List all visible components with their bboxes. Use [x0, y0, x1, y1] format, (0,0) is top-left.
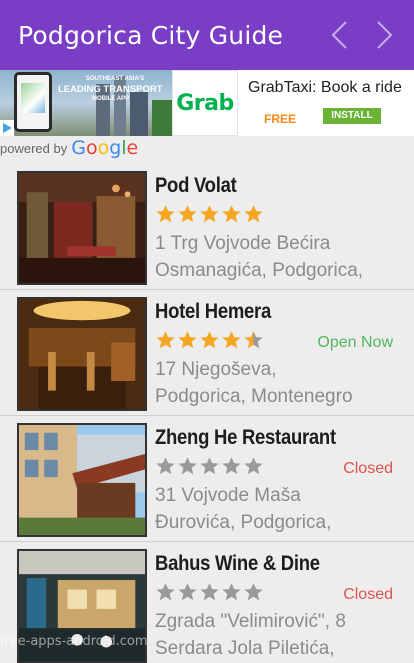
play-info-icon: [3, 123, 12, 133]
star-icon: [178, 331, 197, 349]
list-item[interactable]: Hotel Hemera Open Now 17 Njegoševa, Podgo…: [0, 290, 414, 416]
star-icon: [178, 583, 197, 601]
star-icon: [156, 331, 175, 349]
star-icon: [200, 583, 219, 601]
ad-price: FREE: [264, 112, 297, 126]
place-photo: [17, 297, 147, 411]
ad-banner-line2: LEADING TRANSPORT: [58, 84, 163, 95]
place-status: Closed: [343, 460, 393, 477]
star-icon: [178, 205, 197, 223]
watermark: free-apps-android.com: [0, 634, 148, 649]
star-icon: [222, 205, 241, 223]
ad-headline[interactable]: GrabTaxi: Book a ride: [248, 79, 402, 97]
star-icon: [156, 205, 175, 223]
place-name: Hotel Hemera: [155, 300, 271, 323]
place-photo: [17, 423, 147, 537]
rating-stars: [155, 204, 264, 224]
star-icon: [222, 457, 241, 475]
app-title: Podgorica City Guide: [18, 20, 284, 50]
star-icon: [156, 583, 175, 601]
places-list: Pod Volat 1 Trg Vojvode Bećira Osmanagića…: [0, 164, 414, 663]
star-icon: [156, 457, 175, 475]
powered-by-label: powered by: [0, 140, 68, 156]
place-name: Bahus Wine & Dine: [155, 552, 320, 575]
chevron-right-icon: [377, 21, 393, 49]
list-item[interactable]: Zheng He Restaurant Closed 31 Vojvode Ma…: [0, 416, 414, 542]
install-button[interactable]: INSTALL: [323, 108, 381, 124]
ad-choices-button[interactable]: [0, 120, 14, 136]
place-name: Zheng He Restaurant: [155, 426, 336, 449]
phone-illustration: [14, 72, 52, 132]
star-icon: [200, 331, 219, 349]
ad-banner-line3: MOBILE APP: [92, 96, 130, 102]
place-address: Zgrada "Velimirović", 8 Serdara Jola Pile…: [155, 611, 346, 659]
list-item[interactable]: Pod Volat 1 Trg Vojvode Bećira Osmanagića…: [0, 164, 414, 290]
previous-button[interactable]: [318, 0, 362, 70]
star-icon: [244, 583, 263, 601]
star-icon: [244, 331, 263, 349]
grab-logo-text: Grab: [176, 90, 234, 116]
ad-banner-line1: SOUTHEAST ASIA'S: [86, 76, 145, 82]
place-photo: [17, 171, 147, 285]
star-icon: [222, 331, 241, 349]
star-icon: [200, 205, 219, 223]
star-icon: [178, 457, 197, 475]
next-button[interactable]: [362, 0, 406, 70]
place-address: 1 Trg Vojvode Bećira Osmanagića, Podgoric…: [155, 233, 364, 281]
place-name: Pod Volat: [155, 174, 237, 197]
star-icon: [200, 457, 219, 475]
place-status: Closed: [343, 586, 393, 603]
app-bar: Podgorica City Guide: [0, 0, 414, 70]
rating-stars: [155, 330, 264, 350]
star-icon: [222, 583, 241, 601]
place-address: 17 Njegoševa, Podgorica, Montenegro: [155, 359, 353, 407]
rating-stars: [155, 456, 264, 476]
star-icon: [244, 457, 263, 475]
ad-image[interactable]: SOUTHEAST ASIA'S LEADING TRANSPORT MOBIL…: [0, 70, 172, 136]
chevron-left-icon: [331, 21, 347, 49]
place-address: 31 Vojvode Maša Đurovića, Podgorica,: [155, 485, 332, 533]
ad-banner[interactable]: SOUTHEAST ASIA'S LEADING TRANSPORT MOBIL…: [0, 70, 414, 136]
star-icon: [244, 205, 263, 223]
grab-logo[interactable]: Grab: [172, 70, 238, 136]
google-logo: Google: [71, 137, 139, 159]
rating-stars: [155, 582, 264, 602]
powered-by-google: powered by Google: [0, 137, 138, 159]
place-status: Open Now: [317, 334, 393, 351]
